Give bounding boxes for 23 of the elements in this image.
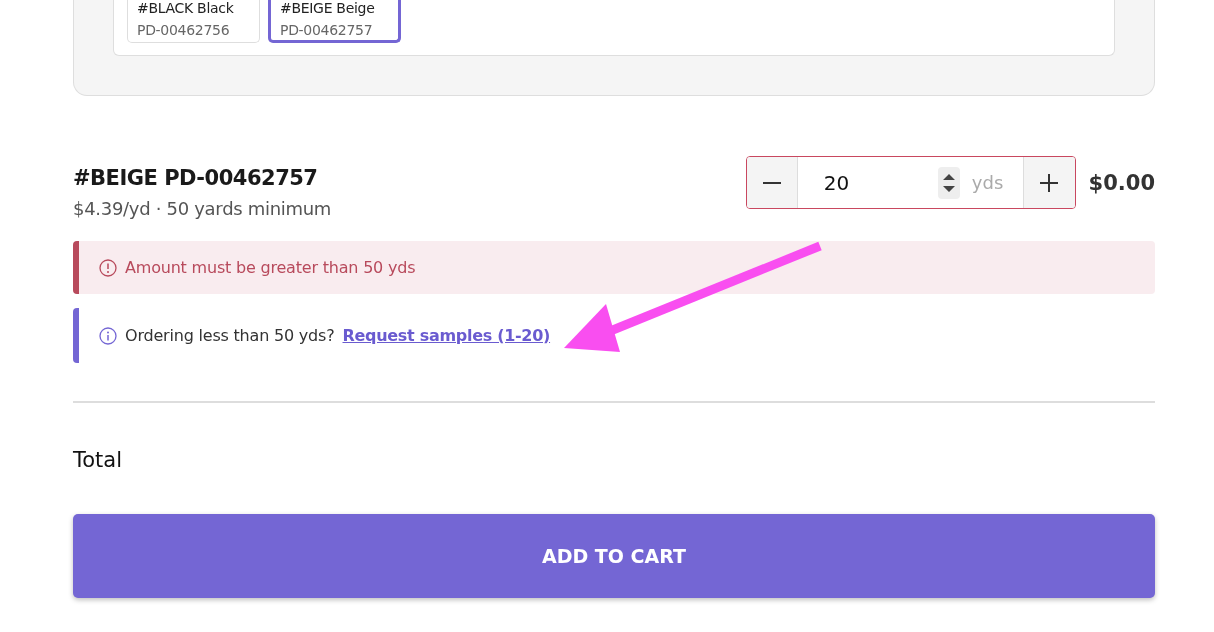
info-icon (99, 326, 117, 345)
minus-icon (762, 181, 781, 184)
plus-icon (1040, 173, 1059, 192)
quantity-input[interactable]: 20 (821, 169, 926, 196)
add-to-cart-button[interactable]: ADD TO CART (73, 514, 1155, 598)
alert-icon (99, 258, 117, 277)
request-samples-link[interactable]: Request samples (1-20) (342, 326, 551, 345)
total-label: Total (73, 448, 124, 472)
swatch-card[interactable]: #BLACK Black PD-00462756 (127, 0, 260, 43)
swatch-code: PD-00462756 (137, 22, 231, 38)
product-title: #BEIGE PD-00462757 (73, 166, 319, 190)
swatch-name: #BEIGE Beige (280, 0, 376, 16)
swatch-card[interactable]: #BEIGE Beige PD-00462757 (268, 0, 401, 43)
swatch-name: #BLACK Black (137, 0, 235, 16)
spinner-icon[interactable] (937, 166, 960, 199)
unit-label: yds (971, 172, 1004, 193)
line-total: $0.00 (1088, 170, 1155, 195)
product-price: $4.39/yd · 50 yards minimum (73, 198, 332, 219)
decrease-button[interactable] (746, 157, 797, 208)
increase-button[interactable] (1024, 157, 1075, 208)
swatch-code: PD-00462757 (280, 22, 374, 38)
alert-text: Ordering less than 50 yds? (125, 326, 335, 345)
alert-text: Amount must be greater than 50 yds (125, 258, 416, 277)
